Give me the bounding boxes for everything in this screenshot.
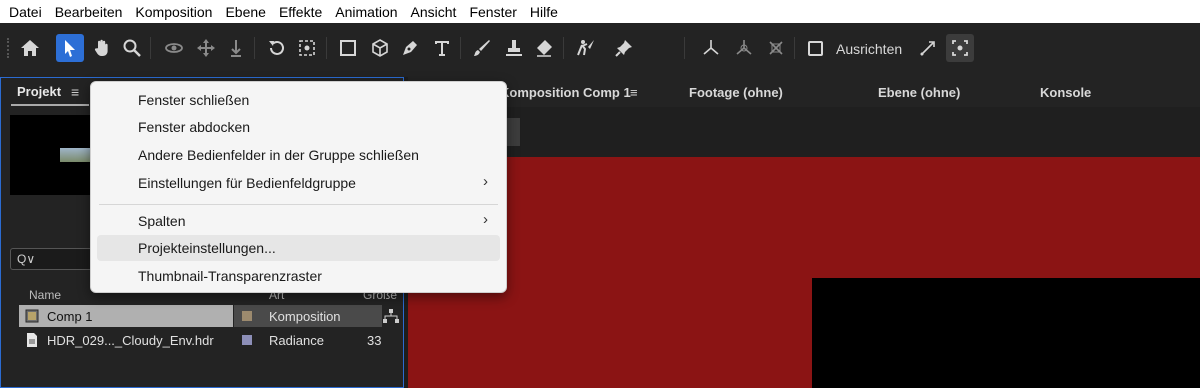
pan-camera-icon[interactable]: [192, 34, 220, 62]
eraser-tool-icon[interactable]: [530, 34, 558, 62]
tab-footage[interactable]: Footage (ohne): [689, 85, 783, 100]
submenu-arrow-icon: ›: [483, 211, 488, 228]
menu-datei[interactable]: Datei: [9, 4, 42, 20]
tab-composition[interactable]: Komposition Comp 1: [500, 85, 631, 100]
snap-icon[interactable]: [914, 34, 942, 62]
snap-label: Ausrichten: [836, 41, 903, 57]
text-tool-icon[interactable]: [428, 34, 456, 62]
menu-item-projekteinstellungen[interactable]: Projekteinstellungen...: [97, 235, 500, 261]
row-type: Radiance: [269, 333, 324, 348]
tab-projekt[interactable]: Projekt: [17, 84, 61, 99]
toolbar: Ausrichten: [0, 23, 1200, 77]
rectangle-tool-icon[interactable]: [334, 34, 362, 62]
tab-menu-icon[interactable]: ≡: [630, 85, 638, 100]
roto-brush-icon[interactable]: [572, 34, 600, 62]
home-icon[interactable]: [16, 34, 44, 62]
menu-separator: [99, 204, 498, 205]
snap-toggle-icon[interactable]: [946, 34, 974, 62]
search-input[interactable]: Q∨: [10, 248, 100, 270]
menu-effekte[interactable]: Effekte: [279, 4, 322, 20]
submenu-arrow-icon: ›: [483, 173, 488, 190]
menu-animation[interactable]: Animation: [335, 4, 397, 20]
menu-item-fenster-abdocken[interactable]: Fenster abdocken: [97, 114, 500, 140]
menu-fenster[interactable]: Fenster: [469, 4, 516, 20]
menu-item-label: Andere Bedienfelder in der Gruppe schlie…: [138, 147, 419, 163]
brush-tool-icon[interactable]: [468, 34, 496, 62]
tab-layer[interactable]: Ebene (ohne): [878, 85, 960, 100]
active-tab-indicator: [11, 104, 89, 106]
project-thumbnail: [10, 115, 96, 195]
3d-box-icon[interactable]: [366, 34, 394, 62]
menu-item-label: Fenster schließen: [138, 92, 250, 108]
panel-menu-icon[interactable]: ≡: [71, 84, 79, 100]
row-name: Comp 1: [47, 309, 93, 324]
row-name: HDR_029..._Cloudy_Env.hdr: [47, 333, 214, 348]
menu-item-label: Fenster abdocken: [138, 119, 251, 135]
view-axis-icon[interactable]: [762, 34, 790, 62]
row-size: 33: [367, 333, 382, 348]
viewer-header: [408, 107, 1200, 157]
menu-item-label: Spalten: [138, 213, 186, 229]
row-type: Komposition: [269, 309, 341, 324]
menu-item-label: Thumbnail-Transparenzraster: [138, 268, 322, 284]
clone-stamp-icon[interactable]: [500, 34, 528, 62]
menu-item-label: Einstellungen für Bedienfeldgruppe: [138, 175, 356, 191]
menu-item-einstellungen-bedienfeldgruppe[interactable]: Einstellungen für Bedienfeldgruppe ›: [97, 170, 500, 196]
file-icon: [27, 333, 37, 347]
column-name[interactable]: Name: [29, 288, 61, 302]
table-row[interactable]: Comp 1 Komposition: [1, 305, 403, 327]
table-row[interactable]: HDR_029..._Cloudy_Env.hdr Radiance 33: [1, 329, 403, 351]
puppet-pin-icon[interactable]: [610, 34, 638, 62]
search-icon: Q∨: [17, 252, 36, 266]
menu-bearbeiten[interactable]: Bearbeiten: [55, 4, 123, 20]
zoom-tool-icon[interactable]: [118, 34, 146, 62]
menu-hilfe[interactable]: Hilfe: [530, 4, 558, 20]
menu-item-spalten[interactable]: Spalten ›: [97, 208, 500, 234]
dolly-camera-icon[interactable]: [222, 34, 250, 62]
menu-item-andere-bedienfelder-schliessen[interactable]: Andere Bedienfelder in der Gruppe schlie…: [97, 142, 500, 168]
orbit-camera-icon[interactable]: [160, 34, 188, 62]
hand-tool-icon[interactable]: [88, 34, 116, 62]
toolbar-grip[interactable]: [7, 38, 9, 58]
menu-ansicht[interactable]: Ansicht: [411, 4, 457, 20]
tab-console[interactable]: Konsole: [1040, 85, 1091, 100]
panel-context-menu: Fenster schließen Fenster abdocken Ander…: [90, 81, 507, 293]
selection-tool-icon[interactable]: [56, 34, 84, 62]
composition-icon: [25, 309, 39, 323]
menu-item-label: Projekteinstellungen...: [138, 240, 276, 256]
world-axis-icon[interactable]: [730, 34, 758, 62]
pan-behind-icon[interactable]: [293, 34, 321, 62]
viewer-tab-bar: Komposition Comp 1 ≡ Footage (ohne) Eben…: [408, 77, 1200, 107]
label-color-swatch[interactable]: [242, 335, 252, 345]
rotate-tool-icon[interactable]: [263, 34, 291, 62]
flowchart-icon[interactable]: [383, 309, 399, 323]
menu-komposition[interactable]: Komposition: [135, 4, 212, 20]
menu-item-fenster-schliessen[interactable]: Fenster schließen: [97, 87, 500, 113]
composition-black-layer: [812, 278, 1200, 388]
menu-item-thumbnail-transparenzraster[interactable]: Thumbnail-Transparenzraster: [97, 263, 500, 289]
snap-checkbox[interactable]: [808, 41, 823, 56]
menubar: Datei Bearbeiten Komposition Ebene Effek…: [0, 0, 1200, 23]
pen-tool-icon[interactable]: [396, 34, 424, 62]
menu-ebene[interactable]: Ebene: [225, 4, 265, 20]
label-color-swatch[interactable]: [242, 311, 252, 321]
local-axis-icon[interactable]: [697, 34, 725, 62]
